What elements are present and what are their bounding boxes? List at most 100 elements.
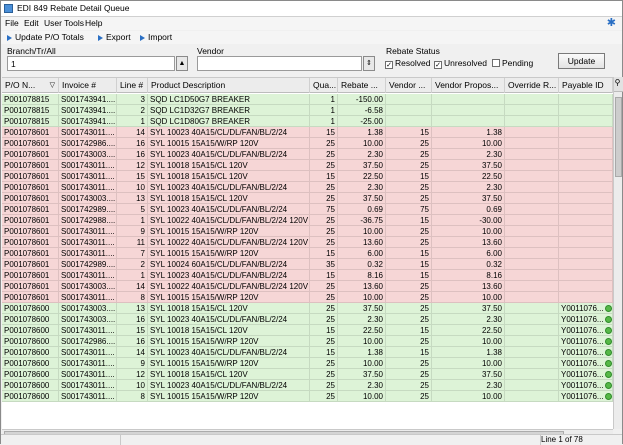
update-po-totals-button[interactable]: Update P/O Totals — [7, 32, 84, 42]
menu-user-tools[interactable]: User Tools — [44, 18, 84, 28]
cell-po-number: P001078601 — [2, 193, 59, 204]
cell-text: SYL 10018 15A15/CL 120V — [150, 161, 248, 170]
table-row[interactable]: P001078600 S001743011.... 12 SYL 10018 15A1… — [2, 369, 613, 380]
vertical-scrollbar[interactable] — [613, 77, 623, 429]
table-row[interactable]: P001078601 S001743011.... 14 SYL 10023 40A1… — [2, 127, 613, 138]
cell-product-description: SYL 10015 15A15/W/RP 120V — [148, 391, 310, 402]
table-row[interactable]: P001078815 S001743941.... 1 SQD LC1D80G7 BR… — [2, 116, 613, 127]
table-row[interactable]: P001078600 S001743011.... 10 SYL 10023 40A1… — [2, 380, 613, 391]
menu-file[interactable]: File — [5, 18, 19, 28]
vertical-scroll-thumb[interactable] — [615, 97, 622, 177]
menu-edit[interactable]: Edit — [24, 18, 39, 28]
cell-vendor-quantity: 25 — [386, 336, 432, 347]
search-icon[interactable]: ⚲ — [613, 78, 622, 91]
table-row[interactable]: P001078601 S001743011.... 9 SYL 10015 15A15… — [2, 226, 613, 237]
cell-text: SYL 10015 15A15/W/RP 120V — [150, 337, 259, 346]
table-row[interactable]: P001078601 S001742986.... 16 SYL 10015 15A1… — [2, 138, 613, 149]
updown-icon: ⇕ — [366, 60, 372, 67]
table-row[interactable]: P001078601 S001743011.... 7 SYL 10015 15A15… — [2, 248, 613, 259]
cell-text: P001078601 — [4, 150, 50, 159]
table-row[interactable]: P001078601 S001743011.... 1 SYL 10023 40A15… — [2, 270, 613, 281]
table-row[interactable]: P001078600 S001743003.... 13 SYL 10018 15A1… — [2, 303, 613, 314]
cell-text: S001742986.... — [61, 337, 116, 346]
table-row[interactable]: P001078600 S001742986.... 16 SYL 10015 15A1… — [2, 336, 613, 347]
import-button[interactable]: Import — [140, 32, 172, 42]
cell-quantity: 25 — [310, 237, 338, 248]
cell-text: SYL 10015 15A15/W/RP 120V — [150, 139, 259, 148]
cell-product-description: SYL 10023 40A15/CL/DL/FAN/BL/2/24 — [148, 204, 310, 215]
table-row[interactable]: P001078601 S001743003.... 13 SYL 10018 15A1… — [2, 193, 613, 204]
table-row[interactable]: P001078600 S001743011.... 15 SYL 10018 15A1… — [2, 325, 613, 336]
column-header-override-rebate[interactable]: Override R... — [505, 78, 559, 93]
column-header-payable-id[interactable]: Payable ID — [559, 78, 613, 93]
cell-text: P001078601 — [4, 161, 50, 170]
table-row[interactable]: P001078600 S001743003.... 16 SYL 10023 40A1… — [2, 314, 613, 325]
cell-invoice: S001743011.... — [59, 237, 117, 248]
cell-po-number: P001078600 — [2, 314, 59, 325]
column-header-vendor-quantity[interactable]: Vendor ... — [386, 78, 432, 93]
cell-text: 16 — [136, 315, 145, 324]
menu-help[interactable]: Help — [85, 18, 102, 28]
column-header-quantity[interactable]: Qua... — [310, 78, 338, 93]
cell-vendor-quantity: 25 — [386, 226, 432, 237]
column-header-invoice[interactable]: Invoice # — [59, 78, 117, 93]
cell-vendor-proposed: 10.00 — [432, 292, 505, 303]
cell-text: 2.30 — [367, 381, 383, 390]
cell-vendor-proposed: 37.50 — [432, 303, 505, 314]
cell-quantity: 25 — [310, 336, 338, 347]
cell-vendor-proposed: 10.00 — [432, 391, 505, 402]
cell-po-number: P001078815 — [2, 94, 59, 105]
rebate-grid[interactable]: P/O N... ▽ Invoice # Line # Product Descript… — [2, 77, 613, 429]
table-row[interactable]: P001078815 S001743941.... 2 SQD LC1D32G7 BR… — [2, 105, 613, 116]
cell-payable-id: Y0011076... — [559, 380, 613, 391]
cell-text: P001078601 — [4, 249, 50, 258]
cell-text: 0.32 — [486, 260, 502, 269]
cell-quantity: 15 — [310, 347, 338, 358]
cell-rebate-amount: 2.30 — [338, 149, 386, 160]
table-row[interactable]: P001078601 S001742988.... 1 SYL 10022 40A15… — [2, 215, 613, 226]
cell-text: Y0011076... — [561, 304, 604, 313]
column-header-vendor-proposed[interactable]: Vendor Propos... — [432, 78, 505, 93]
unresolved-checkbox[interactable]: ✓ Unresolved — [434, 58, 487, 69]
cell-text: 25 — [420, 161, 429, 170]
branch-lookup-button[interactable]: ▲ — [176, 56, 188, 71]
table-row[interactable]: P001078601 S001743011.... 11 SYL 10022 40A1… — [2, 237, 613, 248]
table-row[interactable]: P001078601 S001742989.... 2 SYL 10024 60A15… — [2, 259, 613, 270]
resolved-checkbox[interactable]: ✓ Resolved — [385, 58, 430, 69]
title-bar: EDI 849 Rebate Detail Queue — [1, 1, 622, 17]
gear-icon[interactable]: ✱ — [607, 17, 616, 29]
column-header-product-description[interactable]: Product Description — [148, 78, 310, 93]
table-row[interactable]: P001078601 S001743011.... 10 SYL 10023 40A1… — [2, 182, 613, 193]
cell-product-description: SQD LC1D80G7 BREAKER — [148, 116, 310, 127]
cell-text: 14 — [136, 348, 145, 357]
table-row[interactable]: P001078600 S001743011.... 14 SYL 10023 40A1… — [2, 347, 613, 358]
table-row[interactable]: P001078601 S001743011.... 12 SYL 10018 15A1… — [2, 160, 613, 171]
cell-text: 10.00 — [481, 359, 502, 368]
table-row[interactable]: P001078600 S001743011.... 8 SYL 10015 15A15… — [2, 391, 613, 402]
cell-text: SYL 10018 15A15/CL 120V — [150, 304, 248, 313]
table-row[interactable]: P001078815 S001743941.... 3 SQD LC1D50G7 BR… — [2, 94, 613, 105]
table-row[interactable]: P001078600 S001743011.... 9 SYL 10015 15A15… — [2, 358, 613, 369]
vendor-dropdown-button[interactable]: ⇕ — [363, 56, 375, 71]
ok-status-icon — [604, 360, 612, 367]
cell-payable-id: Y0011076... — [559, 303, 613, 314]
cell-text: S001743003.... — [61, 304, 116, 313]
cell-rebate-amount: 13.60 — [338, 281, 386, 292]
table-row[interactable]: P001078601 S001743003.... 16 SYL 10023 40A1… — [2, 149, 613, 160]
vendor-input[interactable] — [197, 56, 362, 71]
table-row[interactable]: P001078601 S001742989.... 5 SYL 10023 40A15… — [2, 204, 613, 215]
cell-text: 10.00 — [362, 392, 383, 401]
column-header-line-number[interactable]: Line # — [117, 78, 148, 93]
cell-text: P001078601 — [4, 139, 50, 148]
pending-checkbox[interactable]: Pending — [492, 58, 533, 68]
export-button[interactable]: Export — [98, 32, 131, 42]
table-row[interactable]: P001078601 S001743003.... 14 SYL 10022 40A1… — [2, 281, 613, 292]
column-header-rebate-amount[interactable]: Rebate ... — [338, 78, 386, 93]
update-button[interactable]: Update — [558, 53, 605, 69]
column-header-po-number[interactable]: P/O N... ▽ — [2, 78, 59, 93]
table-row[interactable]: P001078601 S001743011.... 8 SYL 10015 15A15… — [2, 292, 613, 303]
cell-line-number: 12 — [117, 369, 148, 380]
cell-text: S001743003.... — [61, 194, 116, 203]
branch-input[interactable]: 1 — [7, 56, 175, 71]
table-row[interactable]: P001078601 S001743011.... 15 SYL 10018 15A1… — [2, 171, 613, 182]
